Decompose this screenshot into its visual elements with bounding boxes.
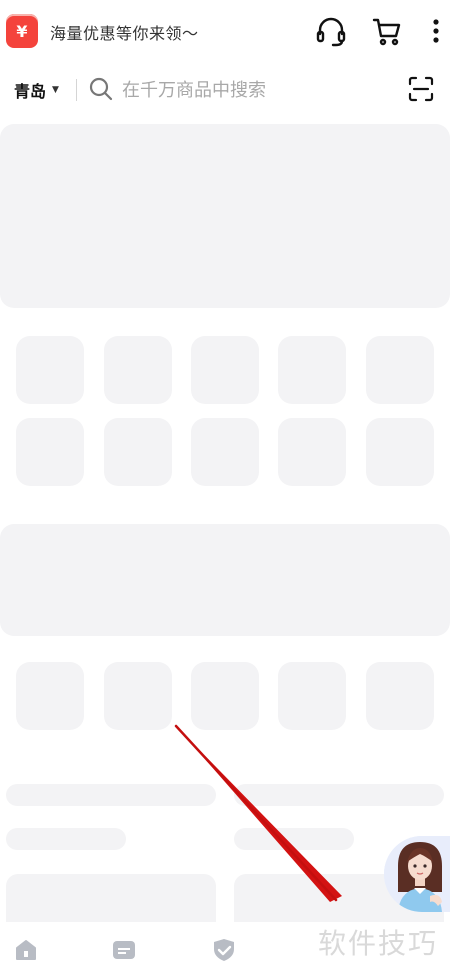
category-tile-placeholder (104, 336, 172, 404)
text-line-placeholder (234, 828, 354, 850)
category-tile-placeholder (366, 336, 434, 404)
feature-tile-placeholder (16, 662, 84, 730)
feature-tile-placeholder (366, 662, 434, 730)
promo-section-placeholder (0, 524, 450, 636)
top-bar: ¥ 海量优惠等你来领～ (0, 0, 450, 64)
text-line-placeholder (6, 828, 126, 850)
more-icon[interactable] (424, 14, 448, 48)
coupon-symbol: ¥ (16, 21, 28, 41)
category-tile-placeholder (278, 336, 346, 404)
city-label: 青岛 (14, 82, 47, 101)
category-tile-placeholder (278, 418, 346, 486)
category-tile-placeholder (191, 418, 259, 486)
category-tile-placeholder (16, 336, 84, 404)
shield-icon[interactable] (210, 936, 238, 964)
message-icon[interactable] (110, 936, 138, 964)
cart-icon[interactable] (370, 14, 404, 48)
chevron-down-icon: ▼ (52, 85, 59, 95)
category-tile-placeholder (104, 418, 172, 486)
category-tile-placeholder (366, 418, 434, 486)
headset-icon[interactable] (314, 14, 348, 48)
watermark-text: 软件技巧 (318, 927, 439, 960)
home-icon[interactable] (12, 936, 40, 964)
assistant-avatar[interactable] (384, 836, 450, 912)
divider (76, 79, 77, 101)
city-selector[interactable]: 青岛 ▼ (14, 78, 59, 102)
scan-icon[interactable] (406, 74, 436, 104)
feature-tile-placeholder (104, 662, 172, 730)
category-tile-placeholder (16, 418, 84, 486)
product-card-placeholder (6, 874, 216, 922)
category-tile-placeholder (191, 336, 259, 404)
search-input[interactable] (122, 76, 392, 104)
banner-placeholder (0, 124, 450, 308)
feature-tile-placeholder (191, 662, 259, 730)
text-line-placeholder (6, 784, 216, 806)
promo-text[interactable]: 海量优惠等你来领～ (50, 20, 199, 44)
search-icon[interactable] (88, 76, 114, 102)
text-line-placeholder (234, 784, 444, 806)
coupon-icon[interactable]: ¥ (6, 14, 38, 48)
feature-tile-placeholder (278, 662, 346, 730)
